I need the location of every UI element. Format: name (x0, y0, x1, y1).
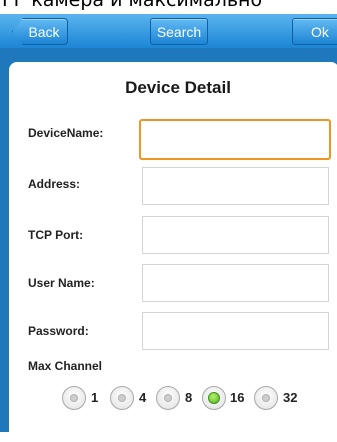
status-strip-text: ГГ камера и максимально (2, 0, 263, 11)
search-button[interactable]: Search (150, 18, 208, 45)
channel-4-radio[interactable] (110, 386, 134, 410)
device-name-input[interactable] (141, 121, 329, 158)
user-name-input[interactable] (143, 265, 328, 301)
channel-4-label: 4 (139, 390, 147, 405)
address-field[interactable] (142, 167, 329, 205)
channel-1-radio[interactable] (62, 386, 86, 410)
tcp-port-label: TCP Port: (28, 228, 84, 242)
channel-16-radio[interactable] (202, 386, 226, 410)
navigation-bar: Back Search Ok (0, 14, 337, 48)
tcp-port-input[interactable] (143, 217, 328, 253)
user-name-field[interactable] (142, 264, 329, 302)
address-label: Address: (28, 177, 81, 191)
radio-selected-dot-icon (208, 392, 220, 404)
channel-16-label: 16 (230, 390, 245, 405)
password-input[interactable] (143, 313, 328, 349)
radio-dot-icon (118, 394, 126, 402)
channel-32-label: 32 (283, 390, 298, 405)
tcp-port-field[interactable] (142, 216, 329, 254)
password-label: Password: (28, 324, 89, 338)
channel-1-label: 1 (91, 390, 99, 405)
max-channel-radio-group: 1 4 8 16 32 (0, 386, 337, 412)
radio-dot-icon (164, 394, 172, 402)
back-button[interactable]: Back (12, 18, 68, 45)
channel-8-radio[interactable] (156, 386, 180, 410)
channel-8-label: 8 (185, 390, 193, 405)
device-name-field[interactable] (139, 119, 331, 160)
device-name-label: DeviceName: (28, 126, 104, 140)
status-strip: ГГ камера и максимально (0, 0, 337, 14)
channel-32-radio[interactable] (254, 386, 278, 410)
address-input[interactable] (143, 168, 328, 204)
radio-dot-icon (70, 394, 78, 402)
radio-dot-icon (262, 394, 270, 402)
ok-button[interactable]: Ok (292, 18, 337, 45)
user-name-label: User Name: (28, 276, 95, 290)
max-channel-label: Max Channel (28, 359, 103, 373)
password-field[interactable] (142, 312, 329, 350)
page-title: Device Detail (125, 78, 231, 97)
